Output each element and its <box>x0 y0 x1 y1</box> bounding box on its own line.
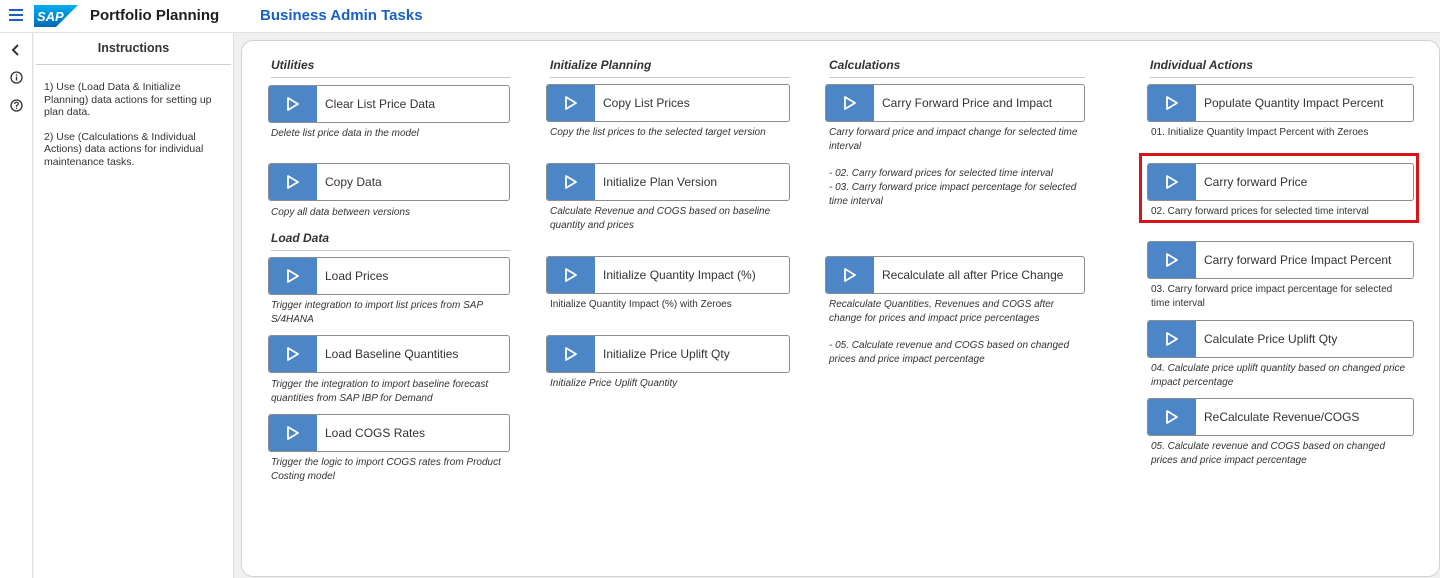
action-label: Clear List Price Data <box>325 97 436 111</box>
action-description: - 03. Carry forward price impact percent… <box>829 182 1077 207</box>
play-icon <box>269 258 317 294</box>
action-label: Recalculate all after Price Change <box>882 268 1064 282</box>
action-description: 03. Carry forward price impact percentag… <box>1151 284 1393 309</box>
clear-list-price-button[interactable]: Clear List Price Data <box>268 85 510 123</box>
play-icon <box>269 415 317 451</box>
load-prices-button[interactable]: Load Prices <box>268 257 510 295</box>
play-icon <box>1148 399 1196 435</box>
action-description: Recalculate Quantities, Revenues and COG… <box>829 299 1055 324</box>
load-cogs-rates-button[interactable]: Load COGS Rates <box>268 414 510 452</box>
instruction-line: 1) Use (Load Data & Initialize Planning)… <box>44 81 212 118</box>
highlight-box <box>1139 153 1419 223</box>
help-button[interactable] <box>6 95 26 115</box>
play-icon <box>547 85 595 121</box>
action-label: Carry Forward Price and Impact <box>882 96 1053 110</box>
action-description: Copy the list prices to the selected tar… <box>550 127 766 138</box>
chevron-left-icon <box>11 44 19 56</box>
carry-forward-price-impact-percent-button[interactable]: Carry forward Price Impact Percent <box>1147 241 1414 279</box>
carry-forward-price-and-impact-button[interactable]: Carry Forward Price and Impact <box>825 84 1085 122</box>
action-description: - 02. Carry forward prices for selected … <box>829 168 1053 179</box>
play-icon <box>547 336 595 372</box>
play-icon <box>269 164 317 200</box>
section-individual-actions: Individual Actions <box>1150 58 1414 78</box>
instruction-line: 2) Use (Calculations & Individual Action… <box>44 130 204 168</box>
action-description: 01. Initialize Quantity Impact Percent w… <box>1151 127 1369 138</box>
action-label: Initialize Price Uplift Qty <box>603 347 730 361</box>
copy-data-button[interactable]: Copy Data <box>268 163 510 201</box>
initialize-quantity-impact-button[interactable]: Initialize Quantity Impact (%) <box>546 256 790 294</box>
play-icon <box>826 257 874 293</box>
load-baseline-quantities-button[interactable]: Load Baseline Quantities <box>268 335 510 373</box>
info-icon <box>9 70 23 84</box>
action-label: Load COGS Rates <box>325 426 426 440</box>
instructions-title: Instructions <box>36 33 231 65</box>
shell-header: SAP Portfolio Planning Business Admin Ta… <box>0 0 1440 33</box>
side-rail <box>0 33 33 578</box>
action-description: Calculate Revenue and COGS based on base… <box>550 206 771 231</box>
story-title: Business Admin Tasks <box>260 7 423 24</box>
action-description: Carry forward price and impact change fo… <box>829 127 1078 152</box>
play-icon <box>269 336 317 372</box>
section-initialize-planning: Initialize Planning <box>550 58 790 78</box>
action-description: Initialize Quantity Impact (%) with Zero… <box>550 299 732 310</box>
action-label: Carry forward Price Impact Percent <box>1204 253 1392 267</box>
recalculate-revenue-cogs-button[interactable]: ReCalculate Revenue/COGS <box>1147 398 1414 436</box>
sap-logo: SAP <box>34 5 78 27</box>
section-calculations: Calculations <box>829 58 1085 78</box>
initialize-plan-version-button[interactable]: Initialize Plan Version <box>546 163 790 201</box>
action-label: Load Baseline Quantities <box>325 347 459 361</box>
play-icon <box>547 257 595 293</box>
play-icon <box>269 86 317 122</box>
app-title: Portfolio Planning <box>90 7 220 24</box>
populate-quantity-impact-button[interactable]: Populate Quantity Impact Percent <box>1147 84 1414 122</box>
play-icon <box>1148 85 1196 121</box>
initialize-price-uplift-button[interactable]: Initialize Price Uplift Qty <box>546 335 790 373</box>
recalculate-all-button[interactable]: Recalculate all after Price Change <box>825 256 1085 294</box>
action-label: Initialize Plan Version <box>603 175 718 189</box>
play-icon <box>1148 242 1196 278</box>
action-label: Initialize Quantity Impact (%) <box>603 268 756 282</box>
collapse-button[interactable] <box>6 40 26 60</box>
action-description: 05. Calculate revenue and COGS based on … <box>1151 441 1386 466</box>
action-description: Trigger the logic to import COGS rates f… <box>271 457 501 482</box>
action-label: ReCalculate Revenue/COGS <box>1204 410 1360 424</box>
action-description: - 05. Calculate revenue and COGS based o… <box>829 340 1070 365</box>
section-load-data: Load Data <box>271 231 511 251</box>
action-description: Trigger integration to import list price… <box>271 300 483 325</box>
help-icon <box>9 98 23 112</box>
play-icon <box>826 85 874 121</box>
action-label: Copy Data <box>325 175 382 189</box>
svg-text:SAP: SAP <box>37 9 64 24</box>
calculate-price-uplift-button[interactable]: Calculate Price Uplift Qty <box>1147 320 1414 358</box>
copy-list-prices-button[interactable]: Copy List Prices <box>546 84 790 122</box>
action-description: Initialize Price Uplift Quantity <box>550 378 678 389</box>
play-icon <box>1148 321 1196 357</box>
action-description: Copy all data between versions <box>271 207 410 218</box>
instructions-panel: Instructions 1) Use (Load Data & Initial… <box>34 33 234 578</box>
action-description: Delete list price data in the model <box>271 128 419 139</box>
action-description: 04. Calculate price uplift quantity base… <box>1151 363 1406 388</box>
action-label: Copy List Prices <box>603 96 690 110</box>
section-utilities: Utilities <box>271 58 511 78</box>
action-label: Calculate Price Uplift Qty <box>1204 332 1338 346</box>
info-button[interactable] <box>6 67 26 87</box>
hamburger-menu-icon[interactable] <box>9 9 23 21</box>
action-label: Load Prices <box>325 269 389 283</box>
action-label: Populate Quantity Impact Percent <box>1204 96 1384 110</box>
play-icon <box>547 164 595 200</box>
action-description: Trigger the integration to import baseli… <box>271 379 489 404</box>
